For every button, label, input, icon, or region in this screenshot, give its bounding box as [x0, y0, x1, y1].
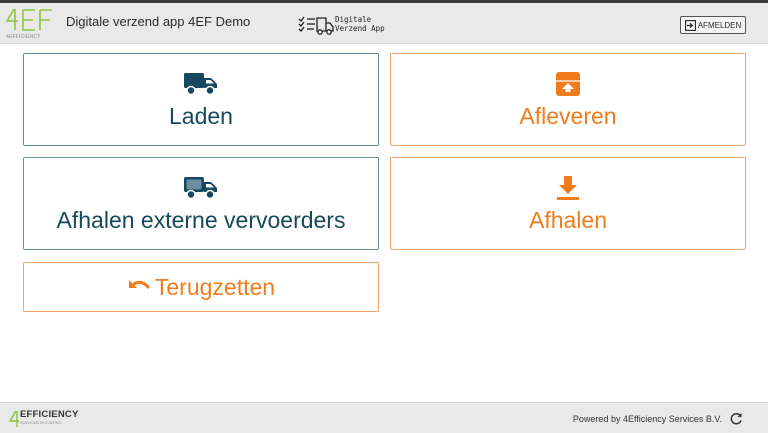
afhalen-extern-label: Afhalen externe vervoerders	[56, 206, 346, 233]
app-footer: EFFICIENCY SERVICING IN CONTROL Powered …	[0, 402, 768, 433]
footer-logo-text: EFFICIENCY	[20, 409, 79, 420]
app-title: Digitale verzend app 4EF Demo	[66, 14, 251, 29]
afleveren-tile[interactable]: Afleveren	[390, 53, 746, 146]
company-logo: 4EFFICIENCY	[4, 6, 62, 42]
laden-tile[interactable]: Laden	[23, 53, 379, 146]
checklist-truck-icon	[298, 16, 334, 35]
app-header: 4EFFICIENCY Digitale verzend app 4EF Dem…	[0, 3, 768, 44]
afleveren-label: Afleveren	[519, 102, 617, 129]
afhalen-extern-tile[interactable]: Afhalen externe vervoerders	[23, 157, 379, 250]
afhalen-label: Afhalen	[528, 206, 607, 233]
truck-icon	[183, 71, 219, 97]
refresh-icon[interactable]	[729, 412, 743, 426]
center-logo-line1: Digitale	[335, 15, 372, 24]
footer-logo-subtext: SERVICING IN CONTROL	[20, 421, 62, 425]
logout-label: AFMELDEN	[697, 20, 742, 30]
terugzetten-label: Terugzetten	[154, 274, 276, 300]
logo-subtext: 4EFFICIENCY	[6, 34, 41, 40]
footer-logo: EFFICIENCY SERVICING IN CONTROL	[8, 409, 98, 429]
afhalen-tile[interactable]: Afhalen	[390, 157, 746, 250]
truck-outline-icon	[183, 175, 219, 201]
logout-button[interactable]: AFMELDEN	[680, 16, 746, 34]
verzend-app-logo: Digitale Verzend App	[298, 14, 408, 36]
powered-by-text: Powered by 4Efficiency Services B.V.	[572, 414, 722, 424]
logout-icon	[684, 19, 696, 31]
box-up-icon	[555, 71, 581, 97]
4ef-logo-mark	[5, 8, 52, 31]
laden-label: Laden	[169, 102, 233, 129]
terugzetten-tile[interactable]: Terugzetten	[23, 262, 379, 312]
download-icon	[555, 175, 581, 201]
undo-icon	[127, 274, 151, 300]
center-logo-line2: Verzend App	[335, 24, 385, 33]
